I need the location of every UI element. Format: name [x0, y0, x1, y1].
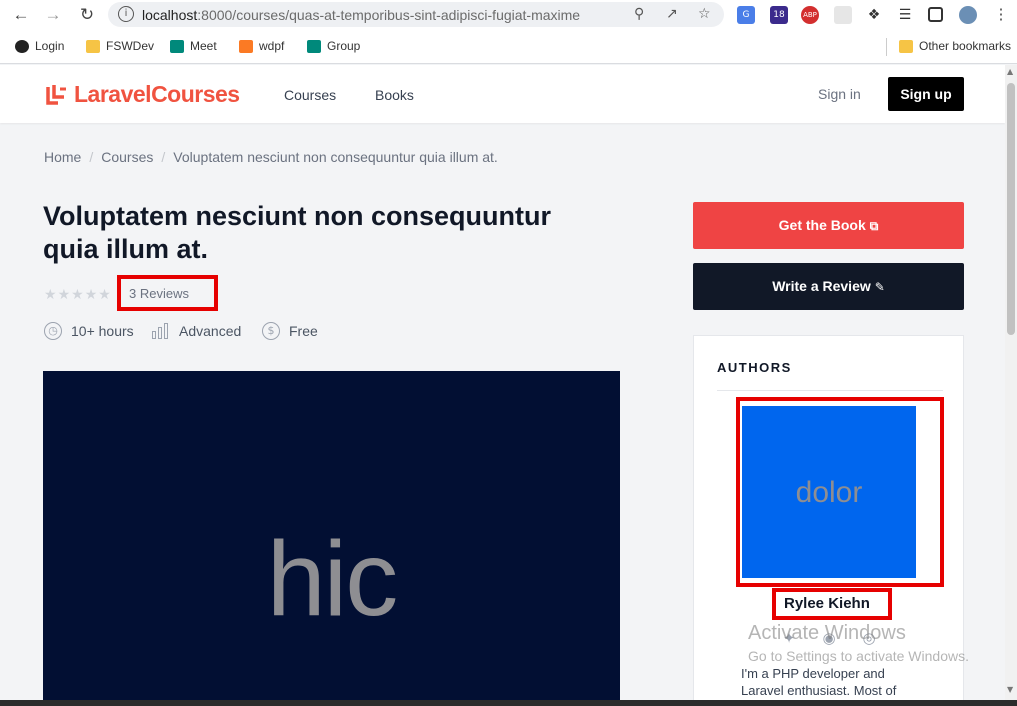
breadcrumb-separator: /: [89, 149, 94, 165]
logo-text-laravel: Laravel: [74, 81, 152, 107]
media-icon[interactable]: ☰: [896, 6, 914, 24]
taskbar-edge: [0, 700, 1017, 706]
reload-icon[interactable]: ↻: [76, 4, 98, 26]
rating-stars: ★ ★ ★ ★ ★: [44, 287, 111, 303]
site-logo[interactable]: LaravelCourses: [46, 81, 240, 108]
forward-icon[interactable]: →: [42, 4, 64, 26]
breadcrumb-home[interactable]: Home: [44, 149, 81, 165]
external-link-icon: ⧉: [869, 219, 879, 233]
star-icon: ★: [84, 287, 98, 303]
divider: [717, 390, 943, 391]
other-bookmarks[interactable]: Other bookmarks: [899, 39, 1011, 53]
divider: [886, 38, 887, 56]
address-bar[interactable]: i localhost:8000/courses/quas-at-tempori…: [108, 2, 724, 27]
breadcrumb-courses[interactable]: Courses: [101, 149, 153, 165]
extension-grid-icon[interactable]: [834, 6, 852, 24]
signin-link[interactable]: Sign in: [818, 86, 861, 102]
authors-heading: AUTHORS: [717, 360, 792, 375]
adblock-icon[interactable]: ABP: [801, 6, 819, 24]
puzzle-icon[interactable]: ❖: [865, 6, 883, 24]
bookmark-fswdev[interactable]: FSWDev: [86, 39, 154, 53]
bookmarks-bar: Login FSWDev Meet wdpf Group Other bookm…: [0, 30, 1017, 64]
sidepanel-icon[interactable]: [928, 7, 943, 22]
back-icon[interactable]: ←: [10, 4, 32, 26]
extension-icon[interactable]: 18: [770, 6, 788, 24]
meet-icon: [307, 39, 321, 53]
translate-icon[interactable]: G: [737, 6, 755, 24]
breadcrumb-separator: /: [161, 149, 166, 165]
breadcrumb-current: Voluptatem nesciunt non consequuntur qui…: [173, 149, 498, 165]
search-icon[interactable]: ⚲: [634, 6, 644, 22]
write-review-button[interactable]: Write a Review ✎: [693, 263, 964, 310]
signup-button[interactable]: Sign up: [888, 77, 964, 111]
highlight-box-avatar: [736, 397, 944, 587]
browser-toolbar: ← → ↻ i localhost:8000/courses/quas-at-t…: [0, 0, 1017, 30]
laravel-logo-icon: [46, 84, 66, 105]
dollar-icon: $: [262, 322, 280, 340]
activate-windows-title: Activate Windows: [748, 622, 906, 644]
level-bars-icon: [152, 322, 170, 340]
breadcrumb: Home / Courses / Voluptatem nesciunt non…: [44, 149, 498, 165]
bookmark-wdpf[interactable]: wdpf: [239, 39, 284, 53]
bookmark-login[interactable]: Login: [15, 39, 64, 53]
course-cover-image: hic: [43, 371, 620, 700]
scroll-down-icon[interactable]: ▼: [1007, 685, 1013, 694]
meta-level: Advanced: [152, 322, 241, 340]
profile-avatar[interactable]: [959, 6, 977, 24]
star-icon: ★: [44, 287, 57, 303]
star-icon: ★: [57, 287, 71, 303]
nav-courses[interactable]: Courses: [284, 87, 336, 103]
highlight-box-reviews: [117, 275, 218, 311]
cover-placeholder-text: hic: [266, 520, 399, 638]
get-book-button[interactable]: Get the Book ⧉: [693, 202, 964, 249]
github-icon: [15, 39, 29, 53]
meta-duration: ◷ 10+ hours: [44, 322, 134, 340]
xampp-icon: [239, 39, 253, 53]
course-title: Voluptatem nesciunt non consequuntur qui…: [43, 201, 552, 264]
folder-icon: [899, 39, 913, 53]
highlight-box-author-name: [772, 588, 892, 620]
star-icon: ★: [71, 287, 84, 303]
site-header: LaravelCourses Courses Books Sign in Sig…: [0, 65, 1005, 123]
nav-books[interactable]: Books: [375, 87, 414, 103]
page-scrollbar[interactable]: ▲ ▼: [1005, 65, 1017, 700]
meet-icon: [170, 39, 184, 53]
meta-price: $ Free: [262, 322, 318, 340]
logo-text-courses: Courses: [151, 81, 240, 107]
edit-icon: ✎: [874, 280, 885, 294]
bookmark-star-icon[interactable]: ☆: [698, 6, 711, 22]
site-info-icon[interactable]: i: [118, 6, 134, 22]
bookmark-group[interactable]: Group: [307, 39, 360, 53]
bookmark-meet[interactable]: Meet: [170, 39, 217, 53]
clock-icon: ◷: [44, 322, 62, 340]
share-icon[interactable]: ↗: [666, 6, 678, 22]
url-text: localhost:8000/courses/quas-at-temporibu…: [142, 7, 581, 23]
scroll-up-icon[interactable]: ▲: [1007, 67, 1013, 76]
author-bio: I'm a PHP developer and Laravel enthusia…: [741, 666, 897, 698]
folder-icon: [86, 39, 100, 53]
menu-dots-icon[interactable]: ⋮: [990, 4, 1012, 26]
star-icon: ★: [98, 287, 111, 303]
activate-windows-subtitle: Go to Settings to activate Windows.: [748, 648, 969, 664]
scroll-thumb[interactable]: [1007, 83, 1015, 335]
